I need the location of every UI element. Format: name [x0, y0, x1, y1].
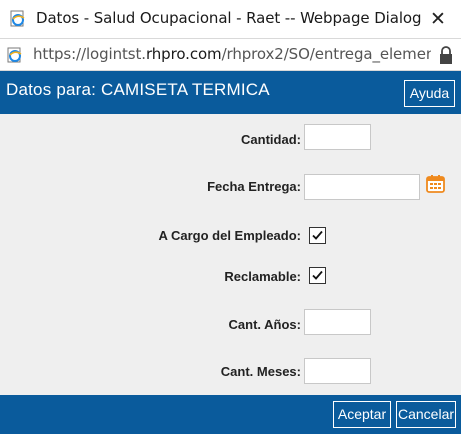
form-area: Cantidad: Fecha Entrega: A Cargo del Emp… — [0, 114, 461, 395]
ie-page-icon — [10, 10, 25, 27]
a-cargo-label: A Cargo del Empleado: — [158, 228, 301, 243]
cantidad-label: Cantidad: — [241, 132, 301, 147]
cancel-button[interactable]: Cancelar — [396, 401, 456, 428]
reclamable-label: Reclamable: — [224, 269, 301, 284]
fecha-entrega-label: Fecha Entrega: — [207, 179, 301, 194]
close-button[interactable]: ✕ — [424, 6, 452, 32]
accept-button[interactable]: Aceptar — [333, 401, 391, 428]
ie-page-icon — [7, 47, 22, 63]
window-title: Datos - Salud Ocupacional - Raet -- Webp… — [36, 9, 422, 27]
a-cargo-checkbox[interactable] — [309, 227, 326, 244]
dialog-footer: Aceptar Cancelar — [0, 395, 461, 434]
url-prefix: https://logintst. — [33, 45, 146, 63]
url-path: /rhprox2/SO/entrega_elementos_c — [221, 45, 431, 63]
window-titlebar: Datos - Salud Ocupacional - Raet -- Webp… — [0, 0, 461, 38]
reclamable-checkbox[interactable] — [309, 267, 326, 284]
url-text[interactable]: https://logintst.rhpro.com/rhprox2/SO/en… — [33, 45, 431, 63]
cant-anios-label: Cant. Años: — [228, 317, 301, 332]
fecha-entrega-input[interactable] — [304, 174, 420, 200]
calendar-icon[interactable] — [426, 174, 445, 193]
page-title: Datos para: CAMISETA TERMICA — [6, 80, 270, 99]
cantidad-input[interactable] — [304, 124, 371, 150]
cant-meses-input[interactable] — [304, 358, 371, 384]
checkmark-icon — [312, 270, 323, 280]
dialog-header: Datos para: CAMISETA TERMICA Ayuda — [0, 71, 461, 114]
address-bar: https://logintst.rhpro.com/rhprox2/SO/en… — [0, 38, 461, 71]
cant-anios-input[interactable] — [304, 309, 371, 335]
lock-icon[interactable] — [439, 46, 453, 65]
checkmark-icon — [312, 230, 323, 240]
url-domain: rhpro.com — [145, 45, 222, 63]
help-button[interactable]: Ayuda — [404, 80, 455, 107]
cant-meses-label: Cant. Meses: — [220, 364, 301, 379]
